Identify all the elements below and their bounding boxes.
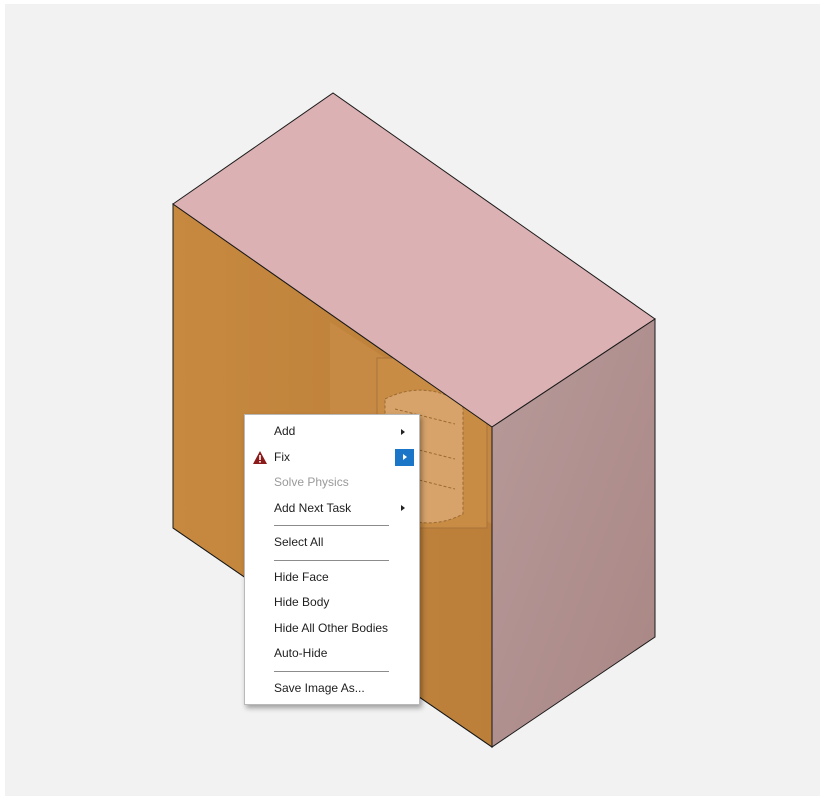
menu-item-save-image-as[interactable]: Save Image As... [245,676,419,702]
menu-item-fix[interactable]: Fix [245,445,419,471]
menu-item-solve-physics: Solve Physics [245,470,419,496]
menu-item-hide-body[interactable]: Hide Body [245,590,419,616]
menu-item-label: Hide Body [274,595,330,609]
menu-separator [274,525,389,526]
menu-item-add[interactable]: Add [245,419,419,445]
submenu-arrow-icon[interactable] [395,448,414,466]
menu-item-label: Hide All Other Bodies [274,620,389,635]
menu-item-auto-hide[interactable]: Auto-Hide [245,641,419,667]
menu-item-hide-face[interactable]: Hide Face [245,565,419,591]
menu-item-label: Fix [274,449,290,464]
menu-item-label: Save Image As... [274,680,365,695]
menu-item-label: Hide Face [274,569,329,584]
menu-item-label: Select All [274,535,324,549]
warning-icon [253,450,267,464]
menu-item-label: Auto-Hide [274,646,328,660]
menu-item-add-next-task[interactable]: Add Next Task [245,496,419,522]
submenu-arrow-icon [399,419,407,444]
menu-separator [274,670,389,672]
menu-item-label: Add Next Task [274,500,352,515]
menu-item-label: Solve Physics [274,475,349,489]
menu-item-hide-all-other-bodies[interactable]: Hide All Other Bodies [245,616,419,642]
menu-item-label: Add [274,424,296,438]
menu-item-select-all[interactable]: Select All [245,530,419,556]
context-menu[interactable]: Add Fix Solve Physics Add Next Task Sele… [244,414,420,705]
submenu-arrow-icon [399,496,407,521]
menu-separator [274,559,389,561]
